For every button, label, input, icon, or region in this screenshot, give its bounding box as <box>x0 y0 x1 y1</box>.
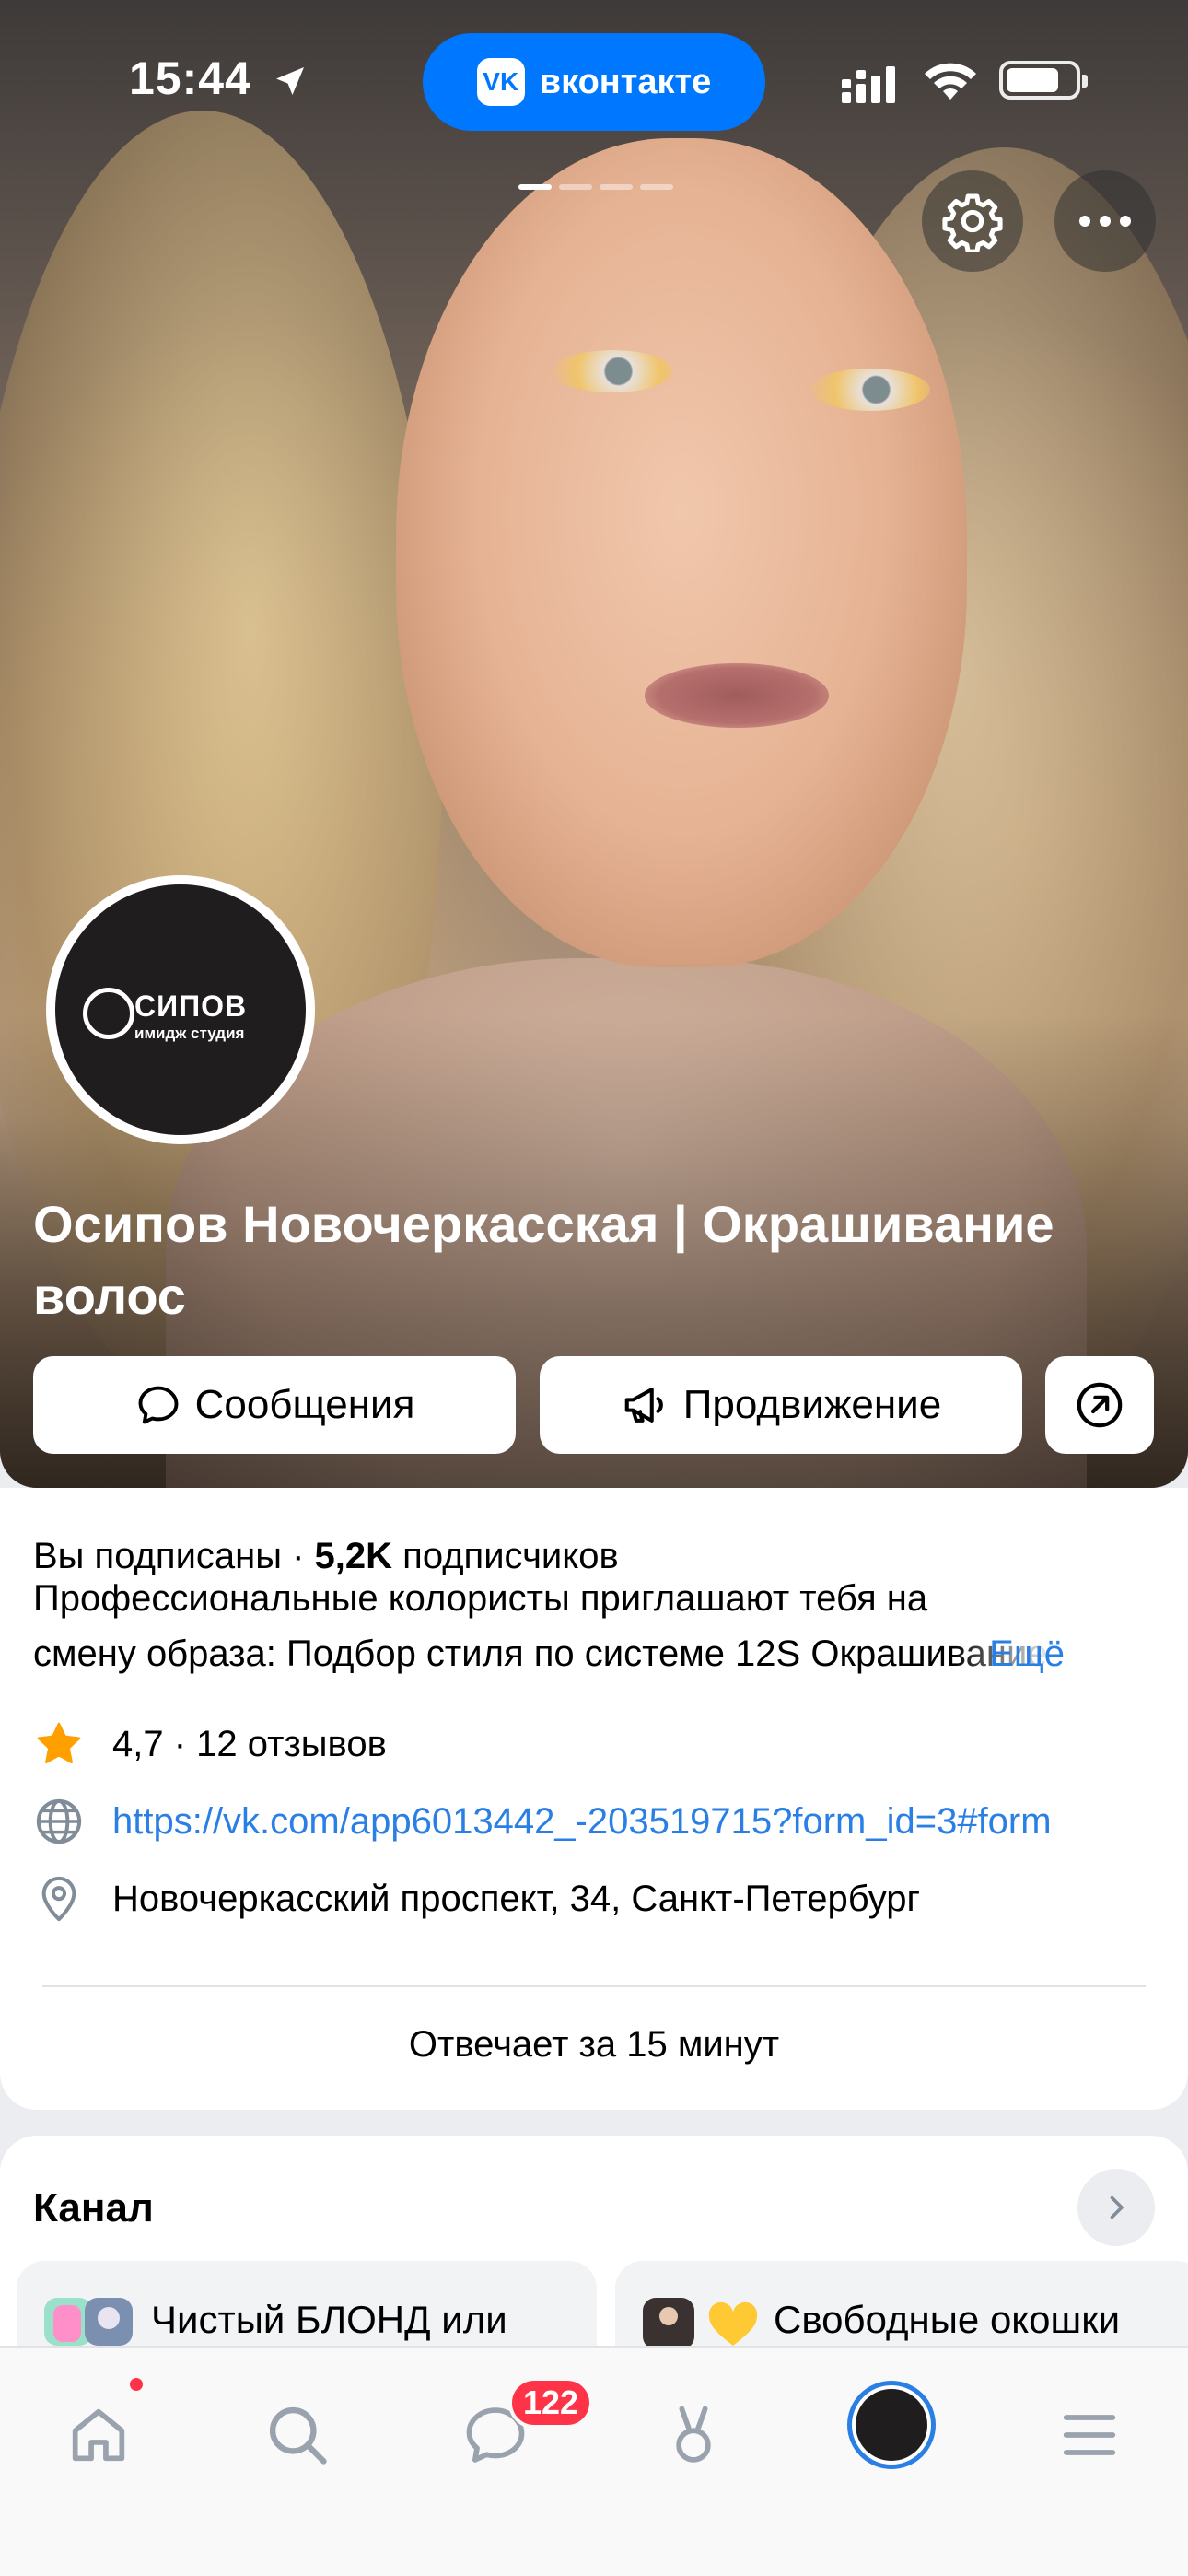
logo-sub-text: имидж студия <box>134 1025 245 1042</box>
settings-button[interactable] <box>922 170 1023 272</box>
pager-dot <box>640 184 673 190</box>
website-row[interactable]: https://vk.com/app6013442_-203519715?for… <box>33 1794 1181 1849</box>
search-icon <box>269 2406 327 2465</box>
channel-title[interactable]: Канал <box>33 2185 154 2231</box>
cover-photo-lips <box>645 663 829 728</box>
tab-search[interactable] <box>247 2384 348 2486</box>
rating-row[interactable]: 4,7 · 12 отзывов <box>33 1716 387 1772</box>
community-cover[interactable]: 15:44 VK вконтакте СИПОВ имидж студия Ос… <box>0 0 1188 1488</box>
status-bar: 15:44 VK вконтакте <box>0 0 1188 157</box>
more-button[interactable] <box>1054 170 1156 272</box>
cover-pager <box>518 184 673 190</box>
avatar-logo: СИПОВ имидж студия <box>55 884 306 1135</box>
location-pin-icon <box>41 1876 76 1922</box>
divider <box>42 1985 1146 1987</box>
signal-icon <box>842 66 895 103</box>
profile-avatar <box>856 2389 927 2461</box>
post-thumbnails-icon <box>44 2298 133 2346</box>
app-pill[interactable]: VK вконтакте <box>423 33 765 131</box>
community-info: Вы подписаны · 5,2K подписчиков Професси… <box>0 1488 1188 2110</box>
globe-icon <box>36 1798 82 1844</box>
more-dots-icon <box>1079 216 1131 227</box>
description[interactable]: Профессиональные колористы приглашают те… <box>33 1571 1138 1681</box>
cover-photo-eye-left <box>553 350 672 392</box>
status-time: 15:44 <box>129 53 251 104</box>
channel-post-text: Чистый БЛОНД или <box>151 2298 507 2341</box>
community-avatar[interactable]: СИПОВ имидж студия <box>46 875 315 1144</box>
description-line-1: Профессиональные колористы приглашают те… <box>33 1578 928 1619</box>
cover-photo-eye-right <box>810 369 930 411</box>
tab-bar: 122 <box>0 2346 1188 2576</box>
battery-icon <box>999 61 1088 100</box>
share-arrow-icon <box>1077 1382 1123 1428</box>
tab-clips[interactable] <box>643 2384 744 2486</box>
home-notification-dot <box>127 2375 146 2394</box>
promotion-button[interactable]: Продвижение <box>540 1356 1022 1454</box>
address-row[interactable]: Новочеркасский проспект, 34, Санкт-Петер… <box>33 1871 920 1926</box>
location-arrow-icon <box>276 67 304 95</box>
messages-badge: 122 <box>508 2377 594 2429</box>
pager-dot <box>600 184 633 190</box>
chat-bubble-icon <box>138 1386 179 1424</box>
tab-home[interactable] <box>48 2384 149 2486</box>
more-link[interactable]: Ещё <box>989 1626 1065 1681</box>
messages-button[interactable]: Сообщения <box>33 1356 516 1454</box>
channel-open-button[interactable] <box>1077 2169 1155 2246</box>
megaphone-icon <box>624 1388 663 1423</box>
chevron-right-icon <box>1110 2195 1124 2219</box>
description-line-2: смену образа: Подбор стиля по системе 12… <box>33 1633 1048 1674</box>
wifi-icon <box>925 63 976 100</box>
clips-icon <box>676 2406 711 2463</box>
post-thumbnail-heart-icon <box>643 2298 758 2349</box>
logo-circle-icon <box>83 988 134 1039</box>
star-icon <box>37 1722 81 1763</box>
messages-button-label: Сообщения <box>194 1382 415 1427</box>
cover-photo-face <box>396 138 967 967</box>
community-title: Осипов Новочеркасская | Окрашивание воло… <box>33 1195 1054 1325</box>
vk-logo-icon: VK <box>476 58 525 106</box>
home-icon <box>72 2408 125 2462</box>
promotion-button-label: Продвижение <box>682 1382 942 1427</box>
response-time: Отвечает за 15 минут <box>408 2024 780 2065</box>
gear-icon <box>942 193 1003 252</box>
channel-post-text: Свободные окошки <box>774 2298 1121 2341</box>
share-button[interactable] <box>1045 1356 1154 1454</box>
rating-text: 4,7 · 12 отзывов <box>112 1723 387 1764</box>
tab-menu[interactable] <box>1039 2384 1140 2486</box>
logo-main-text: СИПОВ <box>134 989 248 1023</box>
address-text: Новочеркасский проспект, 34, Санкт-Петер… <box>112 1878 921 1919</box>
website-link[interactable]: https://vk.com/app6013442_-203519715?for… <box>112 1801 1181 1843</box>
app-pill-label: вконтакте <box>539 62 712 101</box>
pager-dot-active <box>518 184 552 190</box>
tab-profile-avatar[interactable] <box>847 2381 936 2469</box>
menu-icon <box>1063 2415 1116 2455</box>
pager-dot <box>559 184 592 190</box>
